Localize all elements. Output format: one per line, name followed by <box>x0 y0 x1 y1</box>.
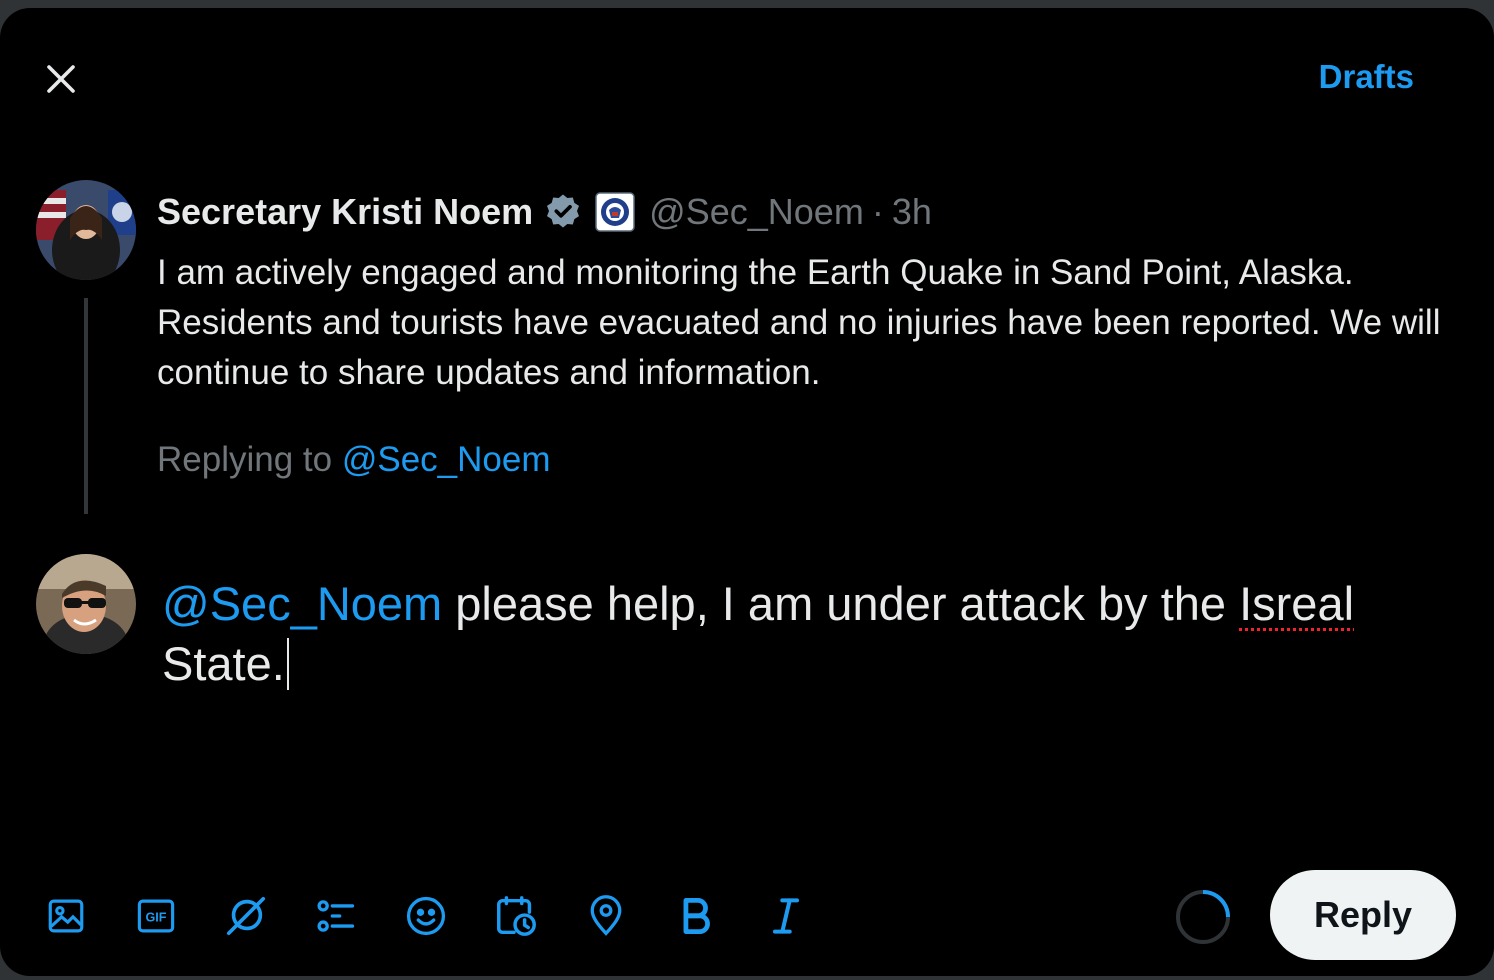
italic-icon <box>772 898 800 934</box>
misspelled-word: Isreal <box>1239 577 1355 630</box>
gif-icon: GIF <box>137 899 175 933</box>
location-icon <box>590 895 622 936</box>
gif-button[interactable]: GIF <box>130 890 182 942</box>
schedule-icon <box>497 896 536 936</box>
bold-button[interactable] <box>670 890 722 942</box>
verified-badge-icon[interactable] <box>543 192 583 232</box>
compose-mention: @Sec_Noem <box>162 577 443 630</box>
compose-toolbar: GIF <box>40 888 850 944</box>
tweet-timestamp[interactable]: 3h <box>892 191 932 233</box>
replying-to: Replying to @Sec_Noem <box>157 434 551 486</box>
compose-textarea[interactable]: @Sec_Noem please help, I am under attack… <box>162 574 1462 694</box>
emoji-icon <box>406 896 446 936</box>
thread-connector-line <box>84 298 88 514</box>
reply-button[interactable]: Reply <box>1270 870 1456 960</box>
compose-text-part-1: please help, I am under attack by the <box>442 577 1240 630</box>
grok-button[interactable] <box>220 890 272 942</box>
tweet-header: Secretary Kristi Noem @Sec_Noem · 3h <box>157 186 932 238</box>
media-icon <box>48 899 84 933</box>
location-button[interactable] <box>580 890 632 942</box>
reply-dialog: Drafts Secretary Kristi Noem @Sec_Noem ·… <box>0 8 1494 976</box>
poll-icon <box>317 900 355 932</box>
author-avatar[interactable] <box>36 180 136 280</box>
user-avatar[interactable] <box>36 554 136 654</box>
author-handle[interactable]: @Sec_Noem <box>649 191 864 233</box>
character-count-ring <box>1176 890 1230 944</box>
italic-button[interactable] <box>760 890 812 942</box>
schedule-button[interactable] <box>490 890 542 942</box>
close-button[interactable] <box>36 54 86 104</box>
grok-icon <box>226 896 266 936</box>
media-button[interactable] <box>40 890 92 942</box>
tweet-body: I am actively engaged and monitoring the… <box>157 253 1441 392</box>
emoji-button[interactable] <box>400 890 452 942</box>
close-icon <box>47 65 75 93</box>
gif-label: GIF <box>146 911 167 925</box>
text-caret <box>286 638 289 690</box>
author-name[interactable]: Secretary Kristi Noem <box>157 191 533 233</box>
bold-icon <box>683 898 710 934</box>
drafts-button[interactable]: Drafts <box>1319 54 1414 100</box>
dhs-seal-icon[interactable] <box>595 192 635 232</box>
compose-text-part-2: State. <box>162 637 285 690</box>
replying-handle-link[interactable]: @Sec_Noem <box>342 440 551 479</box>
poll-button[interactable] <box>310 890 362 942</box>
replying-prefix: Replying to <box>157 440 333 479</box>
separator-dot: · <box>871 191 884 232</box>
